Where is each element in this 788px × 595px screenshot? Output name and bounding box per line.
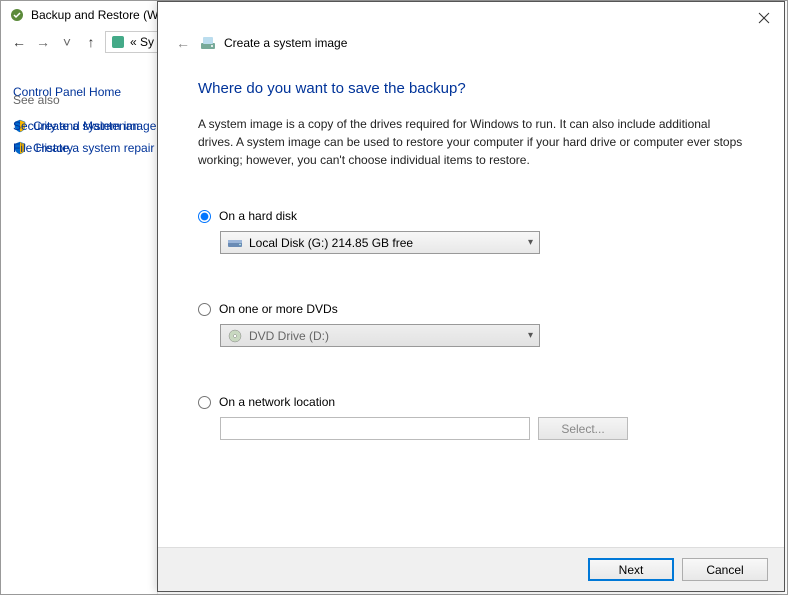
dialog-footer: Next Cancel <box>158 547 784 591</box>
radio-hard-disk[interactable] <box>198 210 211 223</box>
file-history-label: File History <box>13 141 73 155</box>
option-network: On a network location Select... <box>198 395 744 440</box>
chevron-down-icon: ▾ <box>528 237 533 248</box>
nav-back-icon[interactable]: ← <box>9 32 29 52</box>
radio-dvd-row[interactable]: On one or more DVDs <box>198 302 744 316</box>
security-maintenance-label: Security and Maintenan <box>13 119 139 133</box>
cp-sidebar: Control Panel Home Create a system image… <box>1 61 181 179</box>
radio-hard-disk-row[interactable]: On a hard disk <box>198 209 744 223</box>
breadcrumb[interactable]: « Sy <box>105 31 165 53</box>
dvd-icon <box>227 329 243 343</box>
nav-up-icon[interactable]: ↑ <box>81 32 101 52</box>
select-network-button: Select... <box>538 417 628 440</box>
nav-dropdown-icon[interactable]: ˅ <box>57 32 77 52</box>
cp-title: Backup and Restore (Wi <box>31 8 161 22</box>
dialog-titlebar <box>158 2 784 34</box>
backup-restore-icon <box>9 7 25 23</box>
dialog-heading: Where do you want to save the backup? <box>198 80 744 97</box>
dialog-header-title: Create a system image <box>224 36 347 50</box>
network-location-input[interactable] <box>220 417 530 440</box>
radio-network-row[interactable]: On a network location <box>198 395 744 409</box>
dvd-combo: DVD Drive (D:) ▾ <box>220 324 540 347</box>
nav-forward-icon: → <box>33 32 53 52</box>
dvd-value: DVD Drive (D:) <box>249 329 329 343</box>
radio-hard-disk-label: On a hard disk <box>219 209 297 223</box>
cancel-button[interactable]: Cancel <box>682 558 768 581</box>
file-history-link[interactable]: File History <box>13 137 139 159</box>
hard-disk-combo[interactable]: Local Disk (G:) 214.85 GB free ▾ <box>220 231 540 254</box>
dialog-header: ← Create a system image <box>158 34 784 60</box>
create-system-image-dialog: ← Create a system image Where do you wan… <box>157 1 785 592</box>
chevron-down-icon: ▾ <box>528 330 533 341</box>
dialog-back-icon[interactable]: ← <box>174 34 192 52</box>
radio-dvd[interactable] <box>198 303 211 316</box>
dialog-body: Where do you want to save the backup? A … <box>158 60 784 470</box>
radio-network-label: On a network location <box>219 395 335 409</box>
disk-icon <box>227 236 243 250</box>
radio-network[interactable] <box>198 396 211 409</box>
option-hard-disk: On a hard disk Local Disk (G:) 214.85 GB… <box>198 209 744 254</box>
hard-disk-value: Local Disk (G:) 214.85 GB free <box>249 236 413 250</box>
close-button[interactable] <box>754 8 774 28</box>
see-also-heading: See also <box>13 93 139 107</box>
breadcrumb-text: « Sy <box>130 35 154 49</box>
next-button[interactable]: Next <box>588 558 674 581</box>
cp-sidebar-bottom: See also Security and Maintenan File His… <box>13 93 139 159</box>
breadcrumb-icon <box>110 34 126 50</box>
radio-dvd-label: On one or more DVDs <box>219 302 338 316</box>
security-maintenance-link[interactable]: Security and Maintenan <box>13 115 139 137</box>
system-image-icon <box>200 36 216 50</box>
option-dvd: On one or more DVDs DVD Drive (D:) ▾ <box>198 302 744 347</box>
dialog-description: A system image is a copy of the drives r… <box>198 115 744 169</box>
